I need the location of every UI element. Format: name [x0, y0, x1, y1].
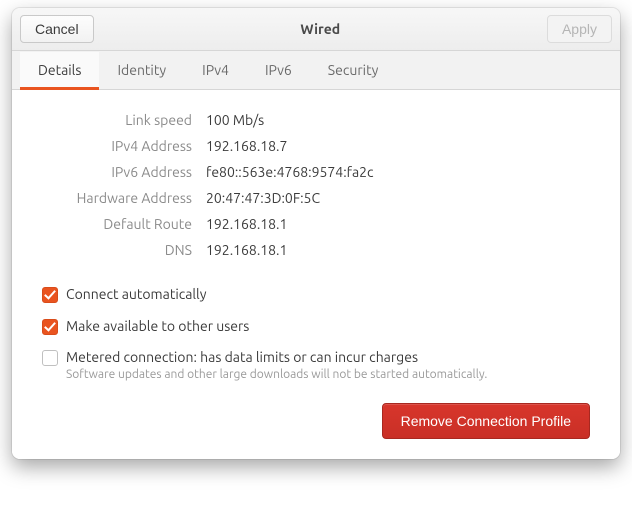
default-route-label: Default Route: [42, 216, 192, 232]
make-available-row: Make available to other users: [42, 318, 590, 336]
ipv6-address-label: IPv6 Address: [42, 164, 192, 180]
metered-connection-checkbox[interactable]: [42, 350, 58, 366]
tab-security[interactable]: Security: [310, 52, 397, 90]
ipv4-address-value: 192.168.18.7: [206, 138, 590, 154]
make-available-checkbox[interactable]: [42, 319, 58, 335]
hardware-address-value: 20:47:47:3D:0F:5C: [206, 190, 590, 206]
metered-connection-row: Metered connection: has data limits or c…: [42, 349, 590, 381]
remove-connection-button[interactable]: Remove Connection Profile: [382, 403, 590, 439]
dns-value: 192.168.18.1: [206, 242, 590, 258]
default-route-value: 192.168.18.1: [206, 216, 590, 232]
connect-automatically-checkbox[interactable]: [42, 287, 58, 303]
window-title: Wired: [300, 21, 340, 37]
connect-automatically-label: Connect automatically: [66, 286, 206, 304]
tab-details[interactable]: Details: [20, 52, 99, 90]
make-available-label: Make available to other users: [66, 318, 249, 336]
hardware-address-label: Hardware Address: [42, 190, 192, 206]
ipv4-address-label: IPv4 Address: [42, 138, 192, 154]
tab-bar: Details Identity IPv4 IPv6 Security: [12, 51, 620, 90]
apply-button[interactable]: Apply: [547, 15, 612, 43]
cancel-button[interactable]: Cancel: [20, 15, 94, 43]
titlebar: Cancel Wired Apply: [12, 8, 620, 51]
settings-dialog: Cancel Wired Apply Details Identity IPv4…: [12, 8, 620, 459]
link-speed-label: Link speed: [42, 112, 192, 128]
metered-connection-sublabel: Software updates and other large downloa…: [66, 368, 487, 381]
details-grid: Link speed 100 Mb/s IPv4 Address 192.168…: [42, 112, 590, 258]
dns-label: DNS: [42, 242, 192, 258]
metered-connection-label: Metered connection: has data limits or c…: [66, 349, 487, 367]
tab-ipv6[interactable]: IPv6: [247, 52, 310, 90]
details-panel: Link speed 100 Mb/s IPv4 Address 192.168…: [12, 90, 620, 459]
options-list: Connect automatically Make available to …: [42, 286, 590, 381]
footer: Remove Connection Profile: [42, 395, 590, 439]
link-speed-value: 100 Mb/s: [206, 112, 590, 128]
tab-ipv4[interactable]: IPv4: [184, 52, 247, 90]
tab-identity[interactable]: Identity: [99, 52, 184, 90]
ipv6-address-value: fe80::563e:4768:9574:fa2c: [206, 164, 590, 180]
connect-automatically-row: Connect automatically: [42, 286, 590, 304]
